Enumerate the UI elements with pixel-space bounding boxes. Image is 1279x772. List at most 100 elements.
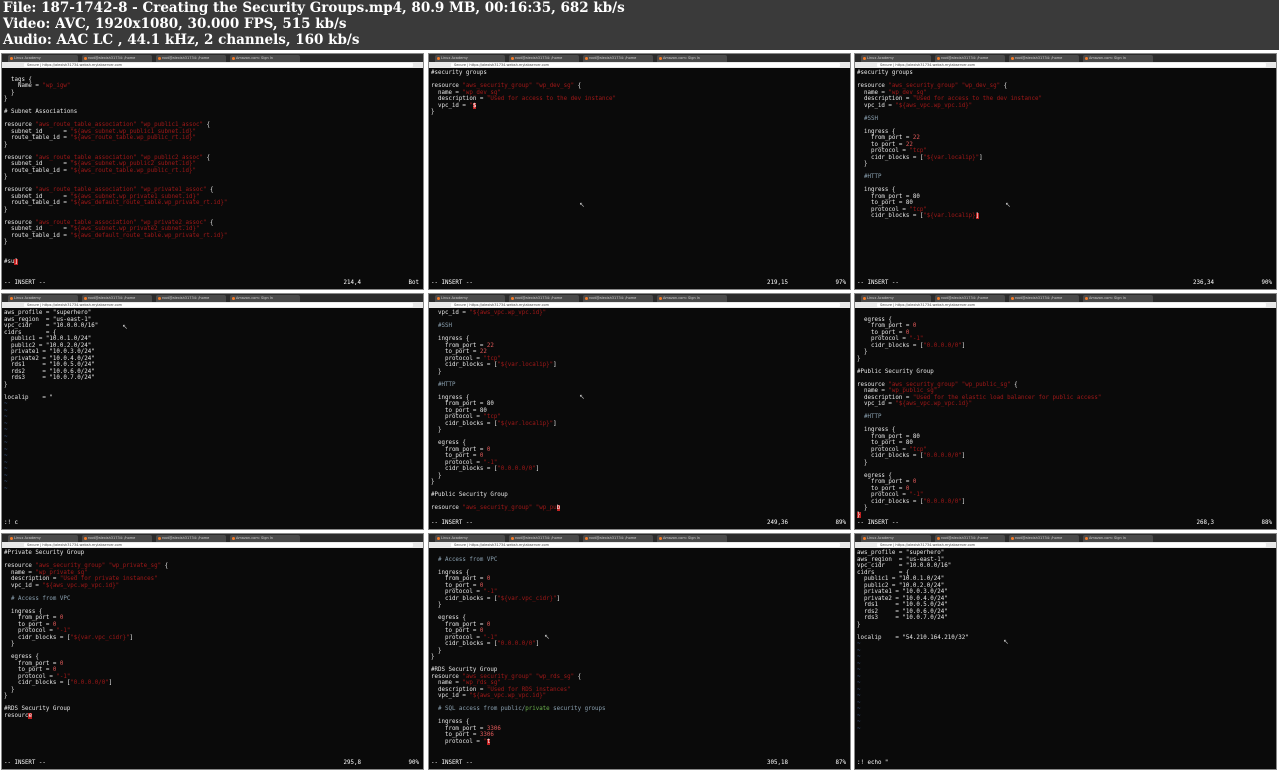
code-token: "${aws_subnet.wp_public1_subnet.id}" <box>70 128 196 135</box>
url-input[interactable]: Secure | https://alexish31734.websh.myla… <box>24 63 413 67</box>
browser-tab-label: Amazon.com: Sign In <box>1089 296 1127 300</box>
code-token: ingress { <box>857 187 896 193</box>
favicon-icon <box>1011 537 1014 540</box>
code-token: from_port = <box>857 479 913 485</box>
vim-editor-buffer[interactable]: egress { from_port = 0 to_port = 0 proto… <box>857 310 1274 519</box>
browser-tab[interactable]: root@alexish31734: /home <box>82 535 152 542</box>
code-token: resource <box>431 673 463 680</box>
url-input[interactable]: Secure | https://alexish31734.websh.myla… <box>24 303 413 307</box>
code-token: "${aws_vpc.wp_vpc.id}" <box>895 102 973 109</box>
browser-tab[interactable]: root@alexish31734: /home <box>583 295 653 302</box>
code-token: to_port = <box>4 667 53 673</box>
code-line: protocol = "t <box>431 738 848 746</box>
browser-tab[interactable]: Linux Academy <box>8 55 78 62</box>
browser-tab[interactable]: Linux Academy <box>8 535 78 542</box>
vim-editor-buffer[interactable]: # Access from VPC ingress { from_port = … <box>431 550 848 759</box>
browser-tab[interactable]: Amazon.com: Sign In <box>230 295 300 302</box>
vim-editor-buffer[interactable]: aws_profile = "superhero" aws_region = "u… <box>857 550 1274 759</box>
code-token: resource <box>4 219 36 226</box>
code-token: { <box>1000 83 1008 89</box>
browser-tab[interactable]: Amazon.com: Sign In <box>230 535 300 542</box>
browser-tab[interactable]: root@alexish31734: /home <box>156 55 226 62</box>
browser-tab-label: Amazon.com: Sign In <box>236 56 274 60</box>
code-token: to_port = 80 <box>857 200 913 206</box>
code-token: public1 = "10.0.1.0/24" <box>4 336 92 342</box>
code-token: description = <box>431 96 487 102</box>
browser-tab[interactable]: Amazon.com: Sign In <box>1083 295 1153 302</box>
code-token: } <box>4 141 8 148</box>
favicon-icon <box>659 297 662 300</box>
browser-tab[interactable]: root@alexish31734: /home <box>509 55 579 62</box>
code-token: # Subnet Associations <box>4 109 78 115</box>
video-frame-thumbnail: Linux Academy root@alexish31734: /home roo… <box>854 293 1277 530</box>
code-token: } <box>4 686 15 693</box>
url-input[interactable]: Secure | https://alexish31734.websh.myla… <box>877 543 1266 547</box>
scroll-percent: Bot <box>408 280 419 286</box>
text-cursor: ] <box>975 213 980 219</box>
code-token: private <box>525 706 550 712</box>
favicon-icon <box>585 537 588 540</box>
url-input[interactable]: Secure | https://alexish31734.websh.myla… <box>877 63 1266 67</box>
vim-editor-buffer[interactable]: vpc_id = "${aws_vpc.wp_vpc.id}" #SSH ing… <box>431 310 848 519</box>
vim-editor-buffer[interactable]: #security groups resource "aws_security_g… <box>431 70 848 279</box>
code-token: private1 = "10.0.3.0/24" <box>4 349 95 355</box>
browser-tab[interactable]: Amazon.com: Sign In <box>1083 535 1153 542</box>
browser-tab[interactable]: root@alexish31734: /home <box>156 535 226 542</box>
browser-tab[interactable]: root@alexish31734: /home <box>935 535 1005 542</box>
url-input[interactable]: Secure | https://alexish31734.websh.myla… <box>24 543 413 547</box>
code-token: aws_region = "us-east-1" <box>857 556 945 563</box>
browser-tab[interactable]: Linux Academy <box>861 295 931 302</box>
url-input[interactable]: Secure | https://alexish31734.websh.myla… <box>451 303 840 307</box>
browser-tab[interactable]: Linux Academy <box>435 295 505 302</box>
browser-tab[interactable]: Linux Academy <box>8 295 78 302</box>
browser-tab-label: Linux Academy <box>14 536 41 540</box>
code-token: from_port = <box>4 660 60 667</box>
mouse-pointer-icon: ↖ <box>579 201 585 209</box>
vim-editor-buffer[interactable]: #Private Security Group resource "aws_sec… <box>4 550 421 759</box>
code-token: private2 = "10.0.4.0/24" <box>857 595 948 602</box>
code-token: rds2 = "10.0.6.0/24" <box>857 608 948 615</box>
code-token: } <box>431 427 442 433</box>
browser-tab[interactable]: Amazon.com: Sign In <box>657 55 727 62</box>
browser-tab[interactable]: Amazon.com: Sign In <box>230 55 300 62</box>
browser-tab[interactable]: root@alexish31734: /home <box>82 295 152 302</box>
browser-tab[interactable]: root@alexish31734: /home <box>509 295 579 302</box>
browser-tab[interactable]: root@alexish31734: /home <box>935 295 1005 302</box>
code-token: 22 <box>905 141 913 148</box>
vim-editor-buffer[interactable]: #security groups resource "aws_security_g… <box>857 70 1274 279</box>
code-token: ~ <box>857 673 861 680</box>
browser-tab[interactable]: root@alexish31734: /home <box>1009 535 1079 542</box>
browser-tab[interactable]: root@alexish31734: /home <box>82 55 152 62</box>
code-token: egress { <box>431 440 466 446</box>
code-token: "${aws_vpc.wp_vpc.id}" <box>895 401 973 407</box>
url-input[interactable]: Secure | https://alexish31734.websh.myla… <box>877 303 1266 307</box>
vim-status-line: -- INSERT -- 268,3 88% <box>857 520 1274 527</box>
browser-tab[interactable]: root@alexish31734: /home <box>1009 295 1079 302</box>
url-input[interactable]: Secure | https://alexish31734.websh.myla… <box>451 543 840 547</box>
browser-tab[interactable]: Linux Academy <box>435 55 505 62</box>
browser-tab[interactable]: root@alexish31734: /home <box>583 535 653 542</box>
favicon-icon <box>1085 57 1088 60</box>
browser-tab[interactable]: Linux Academy <box>435 535 505 542</box>
code-token: "-1" <box>909 492 924 498</box>
favicon-icon <box>863 57 866 60</box>
code-token: name = <box>857 89 889 96</box>
vim-editor-buffer[interactable]: aws_profile = "superhero" aws_region = "u… <box>4 310 421 519</box>
code-token: from_port = 80 <box>431 401 494 407</box>
code-token: from_port = <box>431 621 487 628</box>
browser-tab[interactable]: Amazon.com: Sign In <box>657 535 727 542</box>
code-token: resource <box>4 154 36 161</box>
code-token: } <box>857 355 861 362</box>
browser-tab[interactable]: Linux Academy <box>861 55 931 62</box>
browser-tab[interactable]: root@alexish31734: /home <box>583 55 653 62</box>
browser-address-bar: Secure | https://alexish31734.websh.myla… <box>855 62 1276 68</box>
vim-editor-buffer[interactable]: tags { Name = "wp_igw" }} # Subnet Associ… <box>4 70 421 279</box>
browser-tab[interactable]: Linux Academy <box>861 535 931 542</box>
browser-tab[interactable]: root@alexish31734: /home <box>156 295 226 302</box>
browser-tab[interactable]: Amazon.com: Sign In <box>657 295 727 302</box>
browser-tab[interactable]: Amazon.com: Sign In <box>1083 55 1153 62</box>
browser-tab[interactable]: root@alexish31734: /home <box>509 535 579 542</box>
browser-tab[interactable]: root@alexish31734: /home <box>1009 55 1079 62</box>
url-input[interactable]: Secure | https://alexish31734.websh.myla… <box>451 63 840 67</box>
browser-tab[interactable]: root@alexish31734: /home <box>935 55 1005 62</box>
